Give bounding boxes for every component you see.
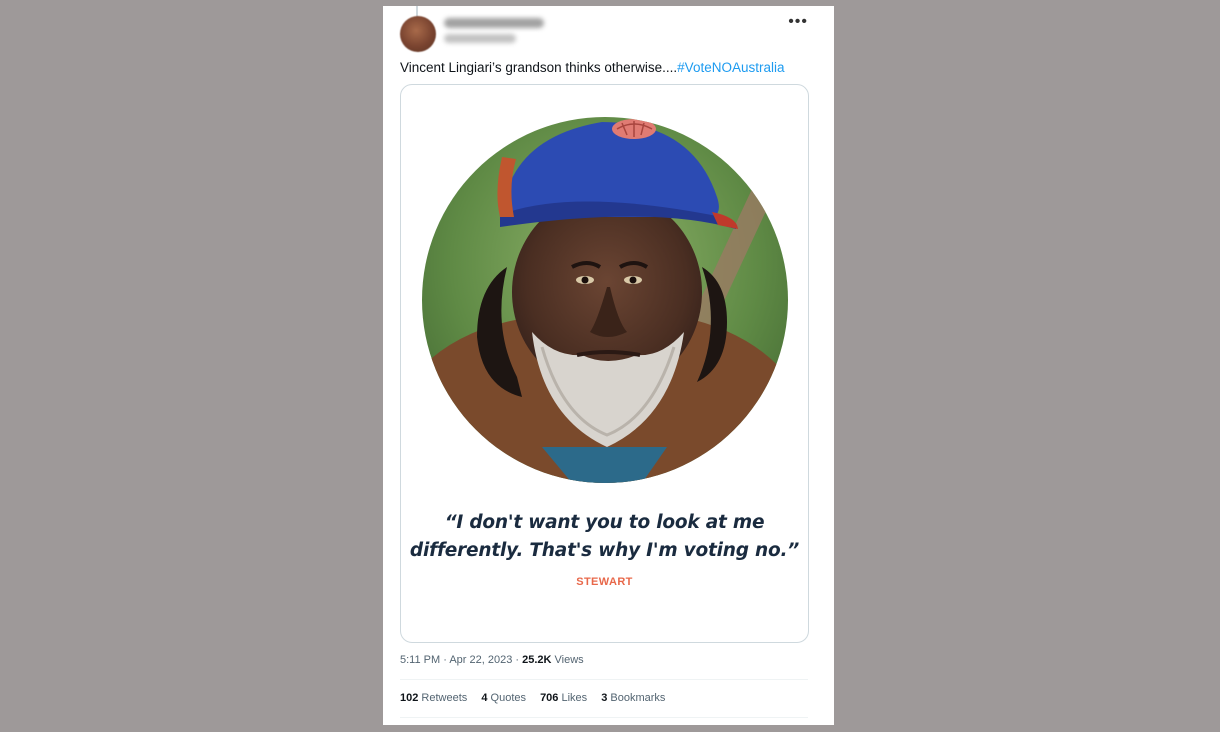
engagement-stats: 102 Retweets 4 Quotes 706 Likes 3 Bookma… [400,692,676,704]
retweets-stat[interactable]: 102 Retweets [400,692,467,704]
tweet-text: Vincent Lingiari’s grandson thinks other… [400,60,784,75]
quotes-label: Quotes [487,692,526,704]
views-label: Views [551,654,584,666]
quote-attribution: STEWART [576,576,633,588]
views-count: 25.2K [522,654,552,666]
likes-label: Likes [558,692,588,704]
tweet-time[interactable]: 5:11 PM [400,654,440,666]
tweet-card: ••• Vincent Lingiari’s grandson thinks o… [383,6,834,725]
tweet-body: Vincent Lingiari’s grandson thinks other… [400,60,678,75]
hashtag-link[interactable]: #VoteNOAustralia [677,60,784,75]
author-handle-blurred[interactable] [444,34,516,43]
likes-stat[interactable]: 706 Likes [540,692,587,704]
tweet-meta: 5:11 PM · Apr 22, 2023 · 25.2K Views [400,654,584,666]
tweet-media-card[interactable]: “I don't want you to look at me differen… [400,84,809,643]
meta-separator: · [440,654,450,666]
meta-separator: · [512,654,523,666]
more-horizontal-icon[interactable]: ••• [788,13,808,31]
quote-line-2: differently. That's why I'm voting no.” [409,540,800,561]
bookmarks-stat[interactable]: 3 Bookmarks [601,692,665,704]
bookmarks-label: Bookmarks [607,692,666,704]
author-name-blurred[interactable] [444,18,544,28]
quote-text: “I don't want you to look at me differen… [401,509,808,565]
retweets-label: Retweets [418,692,468,704]
quote-line-1: “I don't want you to look at me [444,512,765,533]
avatar[interactable] [400,16,436,52]
divider [400,717,808,718]
quotes-stat[interactable]: 4 Quotes [481,692,526,704]
divider [400,679,808,680]
portrait-image [422,117,788,483]
tweet-date[interactable]: Apr 22, 2023 [449,654,512,666]
retweets-count: 102 [400,692,419,704]
likes-count: 706 [540,692,559,704]
